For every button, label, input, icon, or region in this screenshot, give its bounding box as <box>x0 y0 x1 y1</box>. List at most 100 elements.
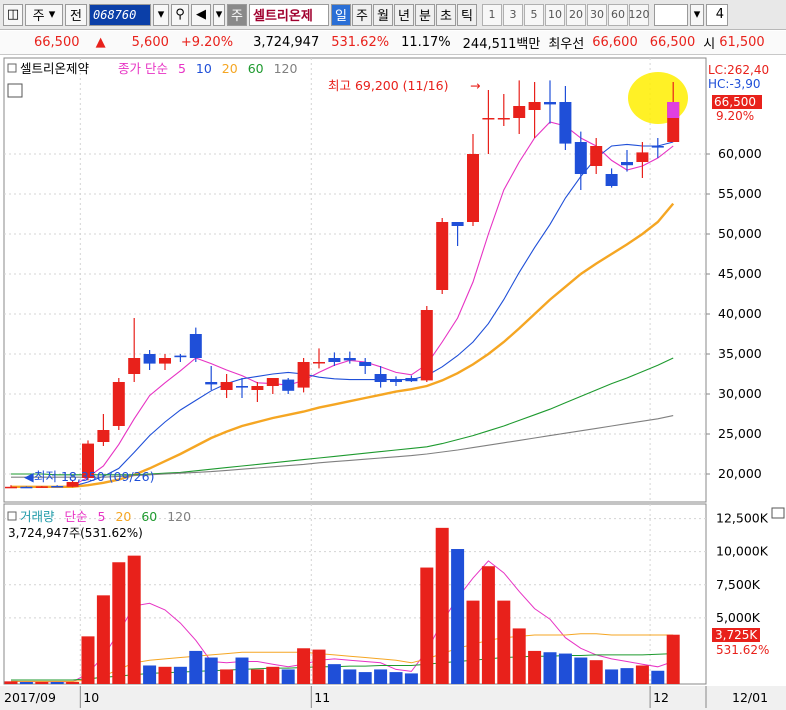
vma20-line <box>11 633 674 682</box>
interval-dropdown-icon[interactable]: ▾ <box>690 3 704 26</box>
period-tab-6[interactable]: 틱 <box>457 3 477 26</box>
candle-body <box>220 382 233 390</box>
candles <box>5 80 680 489</box>
period-tab-2[interactable]: 월 <box>373 3 393 26</box>
type-select[interactable]: 주 ▾ <box>25 3 63 26</box>
candle-body <box>343 358 356 361</box>
period-tab-3[interactable]: 년 <box>394 3 414 26</box>
interval-button-60[interactable]: 60 <box>608 3 628 26</box>
candle-body <box>482 118 495 120</box>
sound-dropdown-icon[interactable]: ▾ <box>213 3 225 26</box>
ma20-label: 20 <box>222 61 238 76</box>
panel-menu-icon[interactable] <box>771 507 785 519</box>
speaker-icon[interactable]: ◀ <box>191 3 211 26</box>
price-tick-label: 25,000 <box>718 426 762 441</box>
volume-tick-label: 5,000K <box>716 610 761 625</box>
volume-bar <box>420 567 434 684</box>
turnover-rate: 11.17% <box>401 35 451 50</box>
low-annotation: 최저 18,350 (09/26) <box>34 469 154 484</box>
code-dropdown-icon[interactable]: ▾ <box>153 3 169 26</box>
stock-code-input[interactable]: 068760 <box>89 3 151 26</box>
stock-chart-window: ◫ 주 ▾ 전 068760 ▾ ⚲ ◀ ▾ 주 셀트리온제 일주월년분초틱 1… <box>0 0 786 710</box>
volume-bar <box>343 669 357 684</box>
volume-bar <box>189 650 203 684</box>
toolbar: ◫ 주 ▾ 전 068760 ▾ ⚲ ◀ ▾ 주 셀트리온제 일주월년분초틱 1… <box>0 0 786 30</box>
interval-button-5[interactable]: 5 <box>524 3 544 26</box>
ma5-label: 5 <box>178 61 186 76</box>
candle-body <box>390 379 402 382</box>
grid-toggle-icon[interactable] <box>7 83 23 98</box>
candle-body <box>420 310 433 381</box>
candle-body <box>51 486 64 488</box>
prev-button[interactable]: 전 <box>65 3 87 26</box>
volume-bar <box>404 673 418 684</box>
open-price: 61,500 <box>719 35 765 50</box>
price-tick-label: 30,000 <box>718 386 762 401</box>
price-tick-label: 55,000 <box>718 186 762 201</box>
candle-body <box>20 486 33 489</box>
candle-body <box>374 374 387 382</box>
main-tag: 주 <box>227 3 247 26</box>
candle-body <box>359 362 372 366</box>
up-arrow-icon: ▲ <box>95 35 106 50</box>
candle-body <box>313 362 325 364</box>
ma60-line <box>11 357 674 476</box>
candle-body <box>621 162 633 166</box>
interval-button-3[interactable]: 3 <box>503 3 523 26</box>
volume-bar <box>466 600 480 684</box>
count-input[interactable]: 4 <box>706 3 728 26</box>
period-tab-5[interactable]: 초 <box>436 3 456 26</box>
lc-label: LC:262,40 <box>708 63 769 77</box>
volume-bar <box>574 657 588 684</box>
candle-body <box>405 378 418 382</box>
last-volume-label: 3,725K <box>715 628 758 642</box>
type-label: 주 <box>32 9 45 24</box>
quote-bar: 66,500 ▲ 5,600 +9.20% 3,724,947 531.62% … <box>0 31 786 55</box>
candle-body <box>5 486 17 489</box>
period-tab-1[interactable]: 주 <box>352 3 372 26</box>
search-icon[interactable]: ⚲ <box>171 3 189 26</box>
panel-handle-icon[interactable] <box>7 63 17 73</box>
volume-bar <box>19 682 33 684</box>
price-change: 5,600 <box>131 35 169 50</box>
volume-bar <box>204 657 218 684</box>
chart-icon[interactable]: ◫ <box>3 3 23 26</box>
period-tab-0[interactable]: 일 <box>331 3 351 26</box>
candle-body <box>497 118 510 120</box>
interval-button-120[interactable]: 120 <box>629 3 650 26</box>
volume-bar <box>528 650 542 684</box>
price-tick-label: 45,000 <box>718 266 762 281</box>
ma-label: 종가 단순 <box>118 61 168 76</box>
interval-button-30[interactable]: 30 <box>587 3 607 26</box>
price-tick-label: 50,000 <box>718 226 762 241</box>
volume-bar <box>558 653 572 684</box>
price-legend-ma: 종가 단순 5 10 20 60 120 <box>118 61 297 76</box>
price-tick-label: 20,000 <box>718 466 762 481</box>
interval-button-1[interactable]: 1 <box>482 3 502 26</box>
volume-bar <box>96 595 110 684</box>
candle-body <box>266 378 279 386</box>
chevron-down-icon: ▾ <box>48 7 56 22</box>
last-candle-highlight <box>667 102 680 118</box>
candle-body <box>159 358 171 364</box>
candle-body <box>35 486 48 488</box>
current-price: 66,500 ▲ <box>0 35 118 50</box>
volume-tick-label: 10,000K <box>716 544 769 559</box>
volume-bar <box>112 562 126 684</box>
candle-body <box>282 379 295 391</box>
chart-canvas[interactable]: 20,000 25,000 30,000 35,000 40,000 45,000 50,0… <box>0 56 786 710</box>
date-tick-label: 10 <box>83 690 99 705</box>
candle-body <box>590 146 603 166</box>
volume-bar <box>281 669 295 684</box>
candle-body <box>574 142 587 174</box>
volume-moving-average-lines <box>10 560 674 683</box>
volume-legend-ma: 단순 <box>65 509 88 524</box>
interval-input[interactable] <box>654 3 688 26</box>
interval-button-20[interactable]: 20 <box>566 3 586 26</box>
interval-button-10[interactable]: 10 <box>545 3 565 26</box>
volume-panel-handle-icon[interactable] <box>7 511 17 521</box>
volume-bar <box>266 666 280 684</box>
candle-body <box>189 334 202 358</box>
volume-bar <box>635 665 649 684</box>
period-tab-4[interactable]: 분 <box>415 3 435 26</box>
